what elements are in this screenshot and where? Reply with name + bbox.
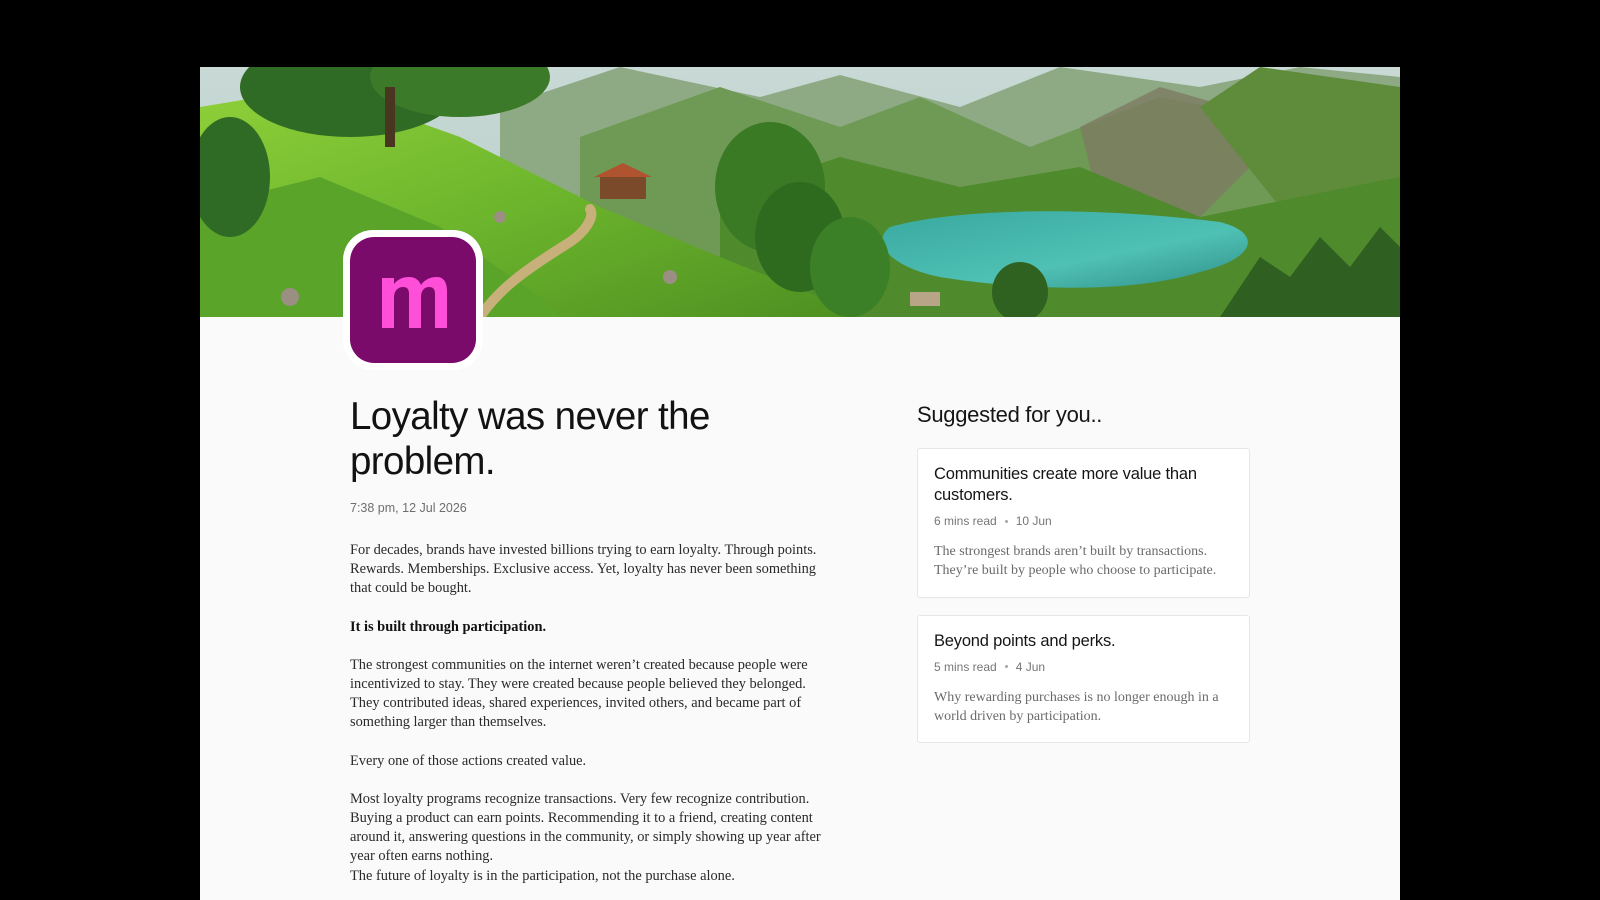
m-logo-icon: [382, 277, 447, 328]
card-excerpt: The strongest brands aren’t built by tra…: [934, 544, 1217, 579]
card-date: 10 Jun: [1015, 514, 1052, 528]
publication-logo[interactable]: [343, 230, 483, 370]
article: Loyalty was never the problem. 7:38 pm, …: [350, 394, 825, 900]
suggested-heading: Suggested for you..: [917, 402, 1103, 427]
article-paragraph: Most loyalty programs recognize transact…: [350, 790, 810, 807]
article-paragraph: The future of loyalty is in the particip…: [350, 867, 735, 884]
card-excerpt: Why rewarding purchases is no longer eno…: [934, 689, 1219, 724]
card-meta: 5 mins read 4 Jun: [934, 660, 1234, 674]
article-page: Loyalty was never the problem. 7:38 pm, …: [200, 67, 1400, 900]
card-date: 4 Jun: [1015, 659, 1046, 674]
article-paragraph: Every one of those actions created value…: [350, 752, 587, 769]
dot-separator-icon: [1004, 519, 1008, 523]
suggested-list: Communities create more value than custo…: [917, 448, 1250, 744]
article-paragraph: It is built through participation.: [350, 618, 547, 635]
article-paragraph: For decades, brands have invested billio…: [350, 542, 817, 597]
article-body: For decades, brands have invested billio…: [350, 541, 825, 886]
card-read-time: 5 mins read: [934, 659, 997, 674]
logo-tile: [350, 237, 476, 363]
card-read-time: 6 mins read: [934, 514, 997, 528]
dot-separator-icon: [1004, 665, 1008, 669]
card-title: Communities create more value than custo…: [934, 465, 1197, 504]
article-paragraph: Buying a product can earn points. Recomm…: [350, 810, 821, 865]
article-paragraph: The strongest communities on the interne…: [350, 656, 808, 731]
card-meta: 6 mins read 10 Jun: [934, 514, 1234, 528]
suggested-panel: Suggested for you.. Communities create m…: [917, 402, 1250, 744]
suggested-card[interactable]: Beyond points and perks. 5 mins read 4 J…: [917, 614, 1250, 744]
article-title: Loyalty was never the problem.: [350, 395, 710, 483]
article-timestamp: 7:38 pm, 12 Jul 2026: [350, 501, 467, 515]
suggested-card[interactable]: Communities create more value than custo…: [917, 448, 1250, 598]
card-title: Beyond points and perks.: [934, 631, 1116, 650]
